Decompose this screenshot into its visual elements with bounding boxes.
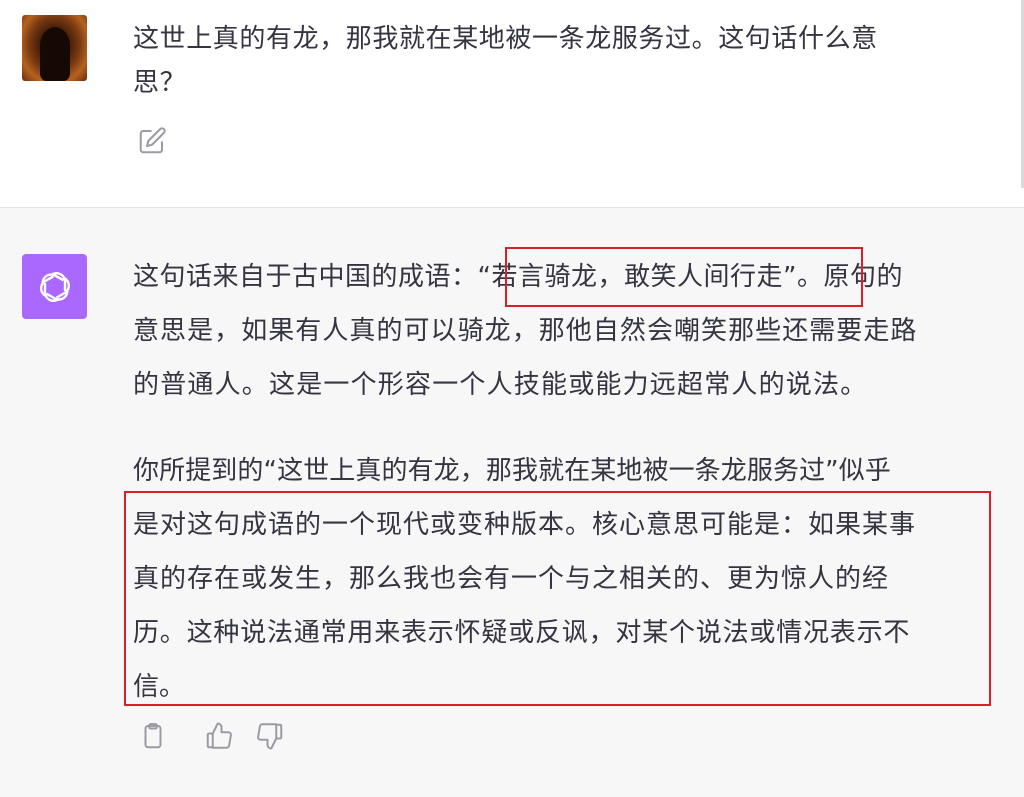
- thumbs-up-icon[interactable]: [204, 721, 234, 751]
- assistant-message-line: 的普通人。这是一个形容一个人技能或能力远超常人的说法。: [133, 370, 868, 400]
- user-message-line: 思？: [133, 68, 187, 98]
- user-message: 这世上真的有龙，那我就在某地被一条龙服务过。这句话什么意 思？: [0, 0, 1024, 208]
- openai-logo-icon: [39, 271, 70, 302]
- thumbs-down-icon[interactable]: [255, 721, 285, 751]
- assistant-message-line: 意思是，如果有人真的可以骑龙，那他自然会嘲笑那些还需要走路: [133, 316, 918, 346]
- clipboard-icon[interactable]: [138, 721, 168, 751]
- user-avatar: [22, 15, 87, 81]
- highlight-box-idiom: [505, 247, 863, 307]
- edit-icon[interactable]: [137, 126, 167, 156]
- assistant-avatar: [22, 254, 87, 319]
- chat-conversation: 这世上真的有龙，那我就在某地被一条龙服务过。这句话什么意 思？ 这句话来自于古中…: [0, 0, 1024, 797]
- highlight-box-explanation: [124, 491, 991, 706]
- user-message-line: 这世上真的有龙，那我就在某地被一条龙服务过。这句话什么意: [133, 24, 878, 54]
- avatar-silhouette: [40, 27, 70, 81]
